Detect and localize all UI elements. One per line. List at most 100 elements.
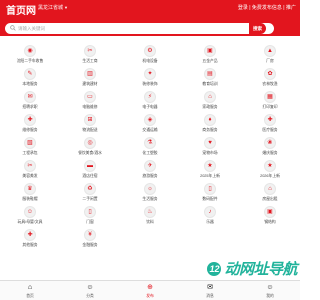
me-icon: ☺ [266,284,274,291]
category-icon-circle: ✎ [24,68,36,80]
category-item[interactable]: ✎ 本地服务 [0,67,60,90]
category-item[interactable]: ▣ 钢结构 [240,205,300,228]
tab-item[interactable]: ☺ 分类 [60,281,120,300]
category-item[interactable]: ▥ 建筑建材 [60,67,120,90]
category-label: 钢结构 [264,220,276,224]
secondhand-icon: ♻ [87,186,93,192]
category-icon-circle: ▧ [24,137,36,149]
category-item[interactable]: ♥ 宠物市场 [180,136,240,159]
category-icon-circle: ¥ [84,229,96,241]
engineering-icon: ▧ [27,140,33,146]
category-grid: ◉ 沈阳二手车收售 ✂ 生活工商 ⚙ 机电设备 ▣ 五金产品 ▲ 厂房 ✎ 本地服务 ▥ 建筑建材 ✦ 装修装… [0,44,300,251]
category-item[interactable]: ★ 2025年上新 [180,159,240,182]
category-item[interactable]: ✚ 维修服务 [0,113,60,136]
category-item[interactable]: ♦ 商务服务 [180,113,240,136]
category-icon-circle: ▥ [84,68,96,80]
truck-icon: ⊞ [87,117,93,123]
category-icon-circle: ✚ [24,229,36,241]
category-icon-circle: ❀ [264,137,276,149]
category-item[interactable]: ⊞ 物流配送 [60,113,120,136]
category-item[interactable]: ◉ 沈阳二手车收售 [0,44,60,67]
category-item[interactable]: ▤ 教育培训 [180,67,240,90]
category-icon-circle: ♪ [204,206,216,218]
category-label: 房屋出租 [262,197,278,201]
category-item[interactable]: ✂ 美容美发 [0,159,60,182]
site-logo[interactable]: 首页网 [6,2,36,17]
category-item[interactable]: ❀ 婚庆服务 [240,136,300,159]
category-item[interactable]: ✚ 其他服务 [0,228,60,251]
publish-icon: ⊕ [147,284,153,291]
category-item[interactable]: ⚡ 电子电器 [120,90,180,113]
category-label: 打印复印 [262,105,278,109]
category-item[interactable]: ♨ 饮料 [120,205,180,228]
category-label: 二手闲置 [82,197,98,201]
category-item[interactable]: ▯ 门窗 [60,205,120,228]
category-label: 生活服务 [142,197,158,201]
category-label: 宠物市场 [202,151,218,155]
category-icon-circle: ▯ [84,206,96,218]
category-icon-circle: ✈ [144,160,156,172]
category-icon-circle: ✉ [24,91,36,103]
category-item[interactable]: ✉ 招聘求职 [0,90,60,113]
watermark: 12 动网址导航 [207,258,297,279]
search-button[interactable]: 搜索 [249,23,266,34]
transport-icon: ◈ [147,117,153,123]
building-icon: ▥ [87,71,93,77]
category-icon-circle: ♻ [84,183,96,195]
tab-item[interactable]: ⊕ 发布 [120,281,180,300]
category-item[interactable]: ☼ 生活服务 [120,182,180,205]
category-item[interactable]: ⌂ 家政服务 [180,90,240,113]
other-icon: ✚ [27,232,33,238]
new-icon: ★ [207,163,213,169]
category-item[interactable]: ♻ 二手闲置 [60,182,120,205]
category-item[interactable]: ☺ 玩具/母婴/文具 [0,205,60,228]
category-item[interactable]: ⌂ 房屋出租 [240,182,300,205]
top-right-links[interactable]: 登录 | 免费发布信息 | 推广 [238,4,296,11]
category-item[interactable]: ✿ 农林牧渔 [240,67,300,90]
house-icon: ⌂ [268,186,272,192]
category-item[interactable]: ★ 2026年上新 [240,159,300,182]
city-selector[interactable]: 黑龙江省城▼ [38,4,68,11]
category-icon-circle: ♥ [204,137,216,149]
tab-label: 我的 [266,294,274,298]
watermark-text: 动网址导航 [224,261,297,278]
category-item[interactable]: ◎ 餐饮美食/酒水 [60,136,120,159]
category-label: 维修服务 [22,128,38,132]
category-item[interactable]: ⚗ 化工塑胶 [120,136,180,159]
category-icon-circle: ♛ [24,183,36,195]
tab-item[interactable]: ✉ 消息 [180,281,240,300]
user-icon: ☺ [86,284,94,291]
category-item[interactable]: ¥ 金融服务 [60,228,120,251]
category-item[interactable]: ◈ 交通运输 [120,113,180,136]
category-item[interactable]: ▬ 酒店住宿 [60,159,120,182]
category-item[interactable]: ▦ 打印复印 [240,90,300,113]
category-item[interactable]: ✦ 装修装饰 [120,67,180,90]
category-item[interactable]: ▭ 电脑维修 [60,90,120,113]
tab-item[interactable]: ⌂ 首页 [0,281,60,300]
category-item[interactable]: ▯ 数码配件 [180,182,240,205]
search-input[interactable] [18,24,258,33]
digital-icon: ▯ [208,186,212,192]
category-item[interactable]: ✚ 医疗服务 [240,113,300,136]
category-item[interactable]: ✈ 旅游服务 [120,159,180,182]
category-label: 医疗服务 [262,128,278,132]
category-item[interactable]: ♛ 服装鞋帽 [0,182,60,205]
category-label: 招聘求职 [22,105,38,109]
category-item[interactable]: ♪ 乐器 [180,205,240,228]
category-label: 厂房 [266,59,274,63]
tab-item[interactable]: ☺ 我的 [240,281,300,300]
category-label: 金融服务 [82,243,98,247]
new2-icon: ★ [267,163,273,169]
category-label: 酒店住宿 [82,174,98,178]
category-item[interactable]: ▧ 工程承包 [0,136,60,159]
category-item[interactable]: ⚙ 机电设备 [120,44,180,67]
category-icon-circle: ▦ [264,91,276,103]
category-item[interactable]: ✂ 生活工商 [60,44,120,67]
machine-icon: ⚙ [147,48,153,54]
bottom-tab-bar: ⌂ 首页 ☺ 分类 ⊕ 发布 ✉ 消息 ☺ 我的 [0,280,300,300]
category-item[interactable]: ▲ 厂房 [240,44,300,67]
category-item[interactable]: ▣ 五金产品 [180,44,240,67]
category-label: 机电设备 [142,59,158,63]
category-label: 装修装饰 [142,82,158,86]
factory-icon: ▲ [267,48,273,54]
